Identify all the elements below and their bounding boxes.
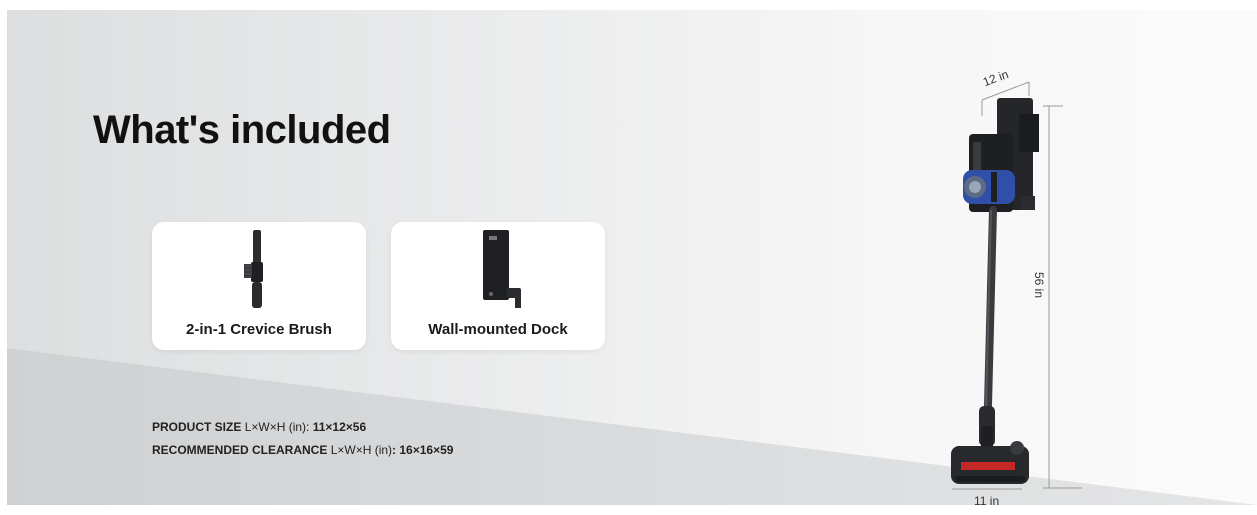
vacuum-illustration	[951, 81, 1082, 490]
product-banner: What's included 2-in-1 Crevice Brush Wal…	[7, 10, 1257, 505]
stage: What's included 2-in-1 Crevice Brush Wal…	[0, 0, 1257, 515]
height-dimension-label: 56 in	[1032, 272, 1046, 299]
length-dimension-label: 11 in	[974, 494, 1000, 505]
bottom-strip	[0, 505, 1257, 515]
